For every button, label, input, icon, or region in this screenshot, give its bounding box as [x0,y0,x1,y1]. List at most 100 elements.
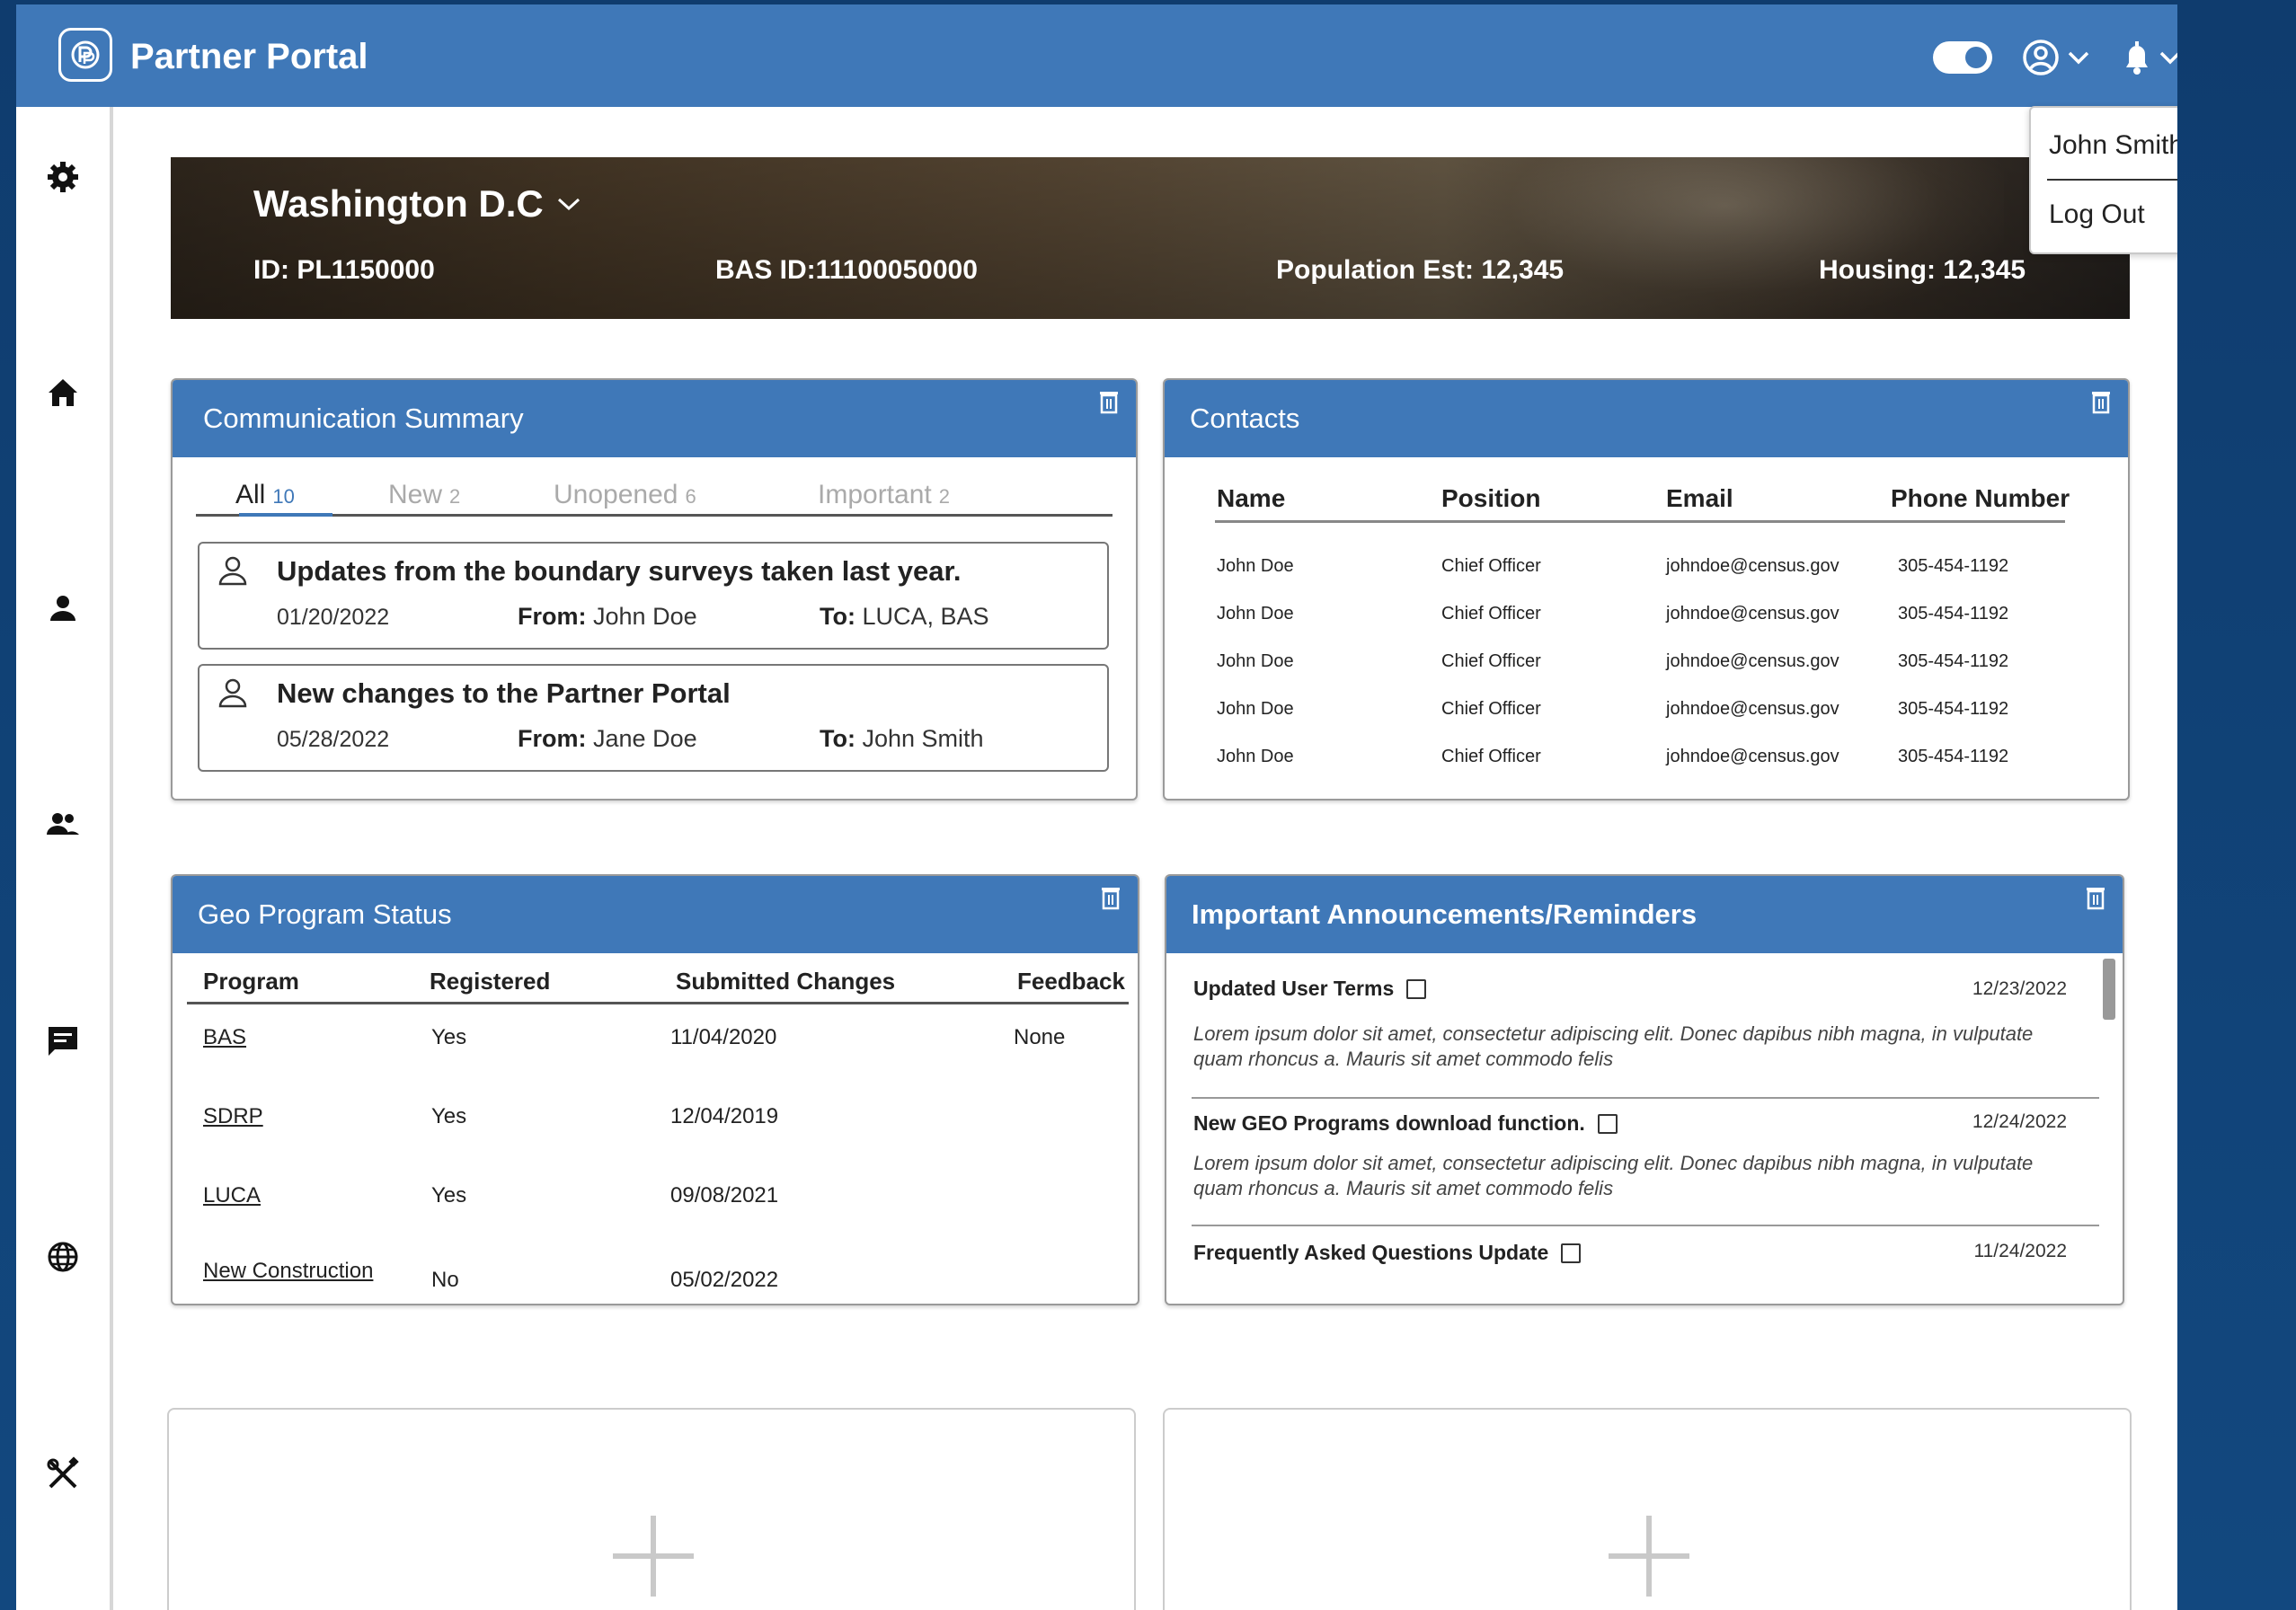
contact-phone: 305-454-1192 [1898,604,2009,624]
program-registered: Yes [431,1025,467,1049]
announcements-card: Important Announcements/Reminders Update… [1165,874,2124,1305]
announcement-date: 11/24/2022 [1973,1241,2067,1261]
message-from: From: Jane Doe [518,725,697,752]
user-circle-icon [2023,40,2059,75]
column-header-feedback: Feedback [1017,968,1125,995]
announcement-title[interactable]: New GEO Programs download function. [1193,1111,1618,1136]
announcement-title[interactable]: Frequently Asked Questions Update [1193,1241,1582,1265]
announcement-date: 12/23/2022 [1972,978,2067,999]
logo-icon[interactable] [58,28,112,82]
message-date: 05/28/2022 [277,727,390,752]
contact-email[interactable]: johndoe@census.gov [1666,651,1839,672]
chevron-down-icon [2068,51,2089,65]
contact-position: Chief Officer [1441,604,1541,624]
geo-program-status-card: Geo Program Status Program Registered Su… [171,874,1139,1305]
person-icon[interactable] [43,588,83,628]
column-header-position: Position [1441,484,1541,512]
announcement-title[interactable]: Updated User Terms [1193,977,1427,1001]
trash-icon[interactable] [1100,885,1121,910]
user-dropdown-menu: John Smith Log Out [2029,106,2177,254]
contact-position: Chief Officer [1441,747,1541,766]
program-link[interactable]: LUCA [203,1183,261,1208]
external-link-icon [1406,978,1427,999]
person-icon [218,678,247,708]
contact-name: John Doe [1217,747,1294,766]
message-subject: New changes to the Partner Portal [277,677,731,709]
group-icon[interactable] [43,804,83,844]
message-date: 01/20/2022 [277,605,390,630]
home-icon[interactable] [43,373,83,412]
contact-email[interactable]: johndoe@census.gov [1666,747,1839,767]
globe-icon[interactable] [43,1237,83,1277]
tab-important[interactable]: Important 2 [818,479,950,513]
column-header-submitted-changes: Submitted Changes [676,968,896,995]
notifications-button[interactable] [2119,33,2177,82]
person-icon [218,556,247,586]
add-widget-slot[interactable] [1163,1408,2132,1610]
population-estimate: Population Est: 12,345 [1276,255,1565,285]
housing-count: Housing: 12,345 [1819,255,2026,285]
program-submitted-date: 12/04/2019 [670,1104,779,1128]
bas-id: BAS ID:11100050000 [715,255,978,285]
chevron-down-icon [2159,51,2177,65]
contact-phone: 305-454-1192 [1898,556,2009,576]
program-link[interactable]: SDRP [203,1104,263,1129]
column-header-registered: Registered [430,968,551,995]
plus-icon [613,1516,694,1597]
contact-phone: 305-454-1192 [1898,699,2009,719]
program-link[interactable]: New Construction [203,1259,373,1284]
chat-icon[interactable] [43,1022,83,1061]
scrollbar-thumb[interactable] [2103,959,2115,1020]
location-name: Washington D.C [253,182,544,225]
message-to: To: John Smith [820,725,984,752]
tab-all[interactable]: All 10 [235,479,295,513]
contact-email[interactable]: johndoe@census.gov [1666,699,1839,720]
column-header-phone: Phone Number [1891,484,2070,512]
tab-unopened[interactable]: Unopened 6 [554,479,696,513]
plus-icon [1609,1516,1689,1597]
announcement-date: 12/24/2022 [1972,1111,2067,1132]
message-tabs: All 10 New 2 Unopened 6 Important 2 [196,473,1113,517]
card-title: Important Announcements/Reminders [1192,898,1698,930]
message-item[interactable]: New changes to the Partner Portal 05/28/… [198,664,1109,772]
column-header-program: Program [203,968,299,995]
app-window: Partner Portal John Smith Log Out Washin… [16,4,2177,1610]
program-link[interactable]: BAS [203,1025,246,1050]
message-item[interactable]: Updates from the boundary surveys taken … [198,542,1109,650]
program-registered: No [431,1268,459,1292]
communication-summary-card: Communication Summary All 10 New 2 Unopene… [171,378,1138,801]
card-title: Geo Program Status [198,898,452,930]
external-link-icon [1561,1243,1582,1263]
tab-new[interactable]: New 2 [388,479,460,513]
app-title: Partner Portal [130,37,368,76]
logout-item[interactable]: Log Out [2049,199,2145,231]
trash-icon[interactable] [2085,885,2106,910]
location-banner: Washington D.C ID: PL1150000 BAS ID:1110… [171,157,2130,319]
message-from: From: John Doe [518,603,697,630]
active-tab-indicator [239,513,332,517]
contacts-card: Contacts Name Position Email Phone Numbe… [1163,378,2130,801]
toggle-switch-icon[interactable] [1933,41,1992,74]
contact-email[interactable]: johndoe@census.gov [1666,556,1839,577]
menu-divider [2047,179,2177,181]
trash-icon[interactable] [1098,389,1120,414]
contact-email[interactable]: johndoe@census.gov [1666,604,1839,624]
contact-position: Chief Officer [1441,651,1541,671]
add-widget-slot[interactable] [167,1408,1136,1610]
settings-icon[interactable] [43,157,83,197]
program-feedback: None [1014,1025,1066,1049]
location-id: ID: PL1150000 [253,255,435,285]
contact-phone: 305-454-1192 [1898,651,2009,671]
account-menu-button[interactable] [2022,33,2103,82]
location-selector[interactable]: Washington D.C [253,181,581,227]
announcement-body: Lorem ipsum dolor sit amet, consectetur … [1193,1152,2034,1199]
program-registered: Yes [431,1104,467,1128]
message-to: To: LUCA, BAS [820,603,989,630]
program-submitted-date: 11/04/2020 [670,1025,777,1049]
user-name-item[interactable]: John Smith [2049,129,2177,162]
contact-name: John Doe [1217,651,1294,671]
trash-icon[interactable] [2090,389,2112,414]
program-submitted-date: 09/08/2021 [670,1183,779,1208]
program-submitted-date: 05/02/2022 [670,1268,779,1292]
tools-icon[interactable] [43,1455,83,1494]
